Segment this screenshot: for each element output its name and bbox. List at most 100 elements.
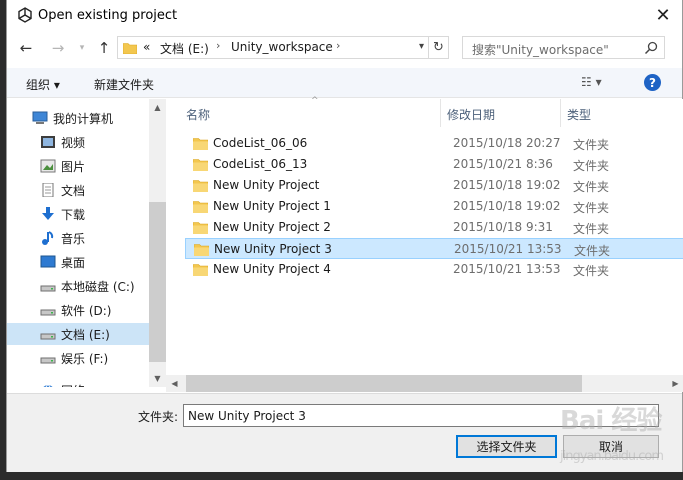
file-name: CodeList_06_13 <box>213 157 308 171</box>
breadcrumb-overflow[interactable]: « <box>143 40 150 54</box>
navigation-pane[interactable]: 我的计算机视频 图片文档下载音乐桌面本地磁盘 (C:) 软件 (D:) 文档 (E:)… <box>7 99 149 387</box>
folder-icon <box>193 222 208 234</box>
file-name: New Unity Project 2 <box>213 220 331 234</box>
address-bar[interactable]: « 文档 (E:) › Unity_workspace › ▾ <box>117 36 429 59</box>
file-list: ^ 名称 修改日期 类型 ◀ ▶ CodeList_06_06 2015/10/1… <box>166 96 683 392</box>
nav-item-label: 娱乐 (F:) <box>61 352 109 366</box>
file-modified: 2015/10/21 13:53 <box>453 262 561 276</box>
file-row[interactable]: New Unity Project 2 2015/10/18 9:31 文件夹 <box>185 217 683 238</box>
breadcrumb-chevron-icon[interactable]: › <box>216 39 220 52</box>
scroll-left-arrow-icon[interactable]: ◀ <box>166 375 183 392</box>
column-header-modified[interactable]: 修改日期 <box>447 99 495 127</box>
nav-item[interactable]: 本地磁盘 (C:) <box>7 275 149 297</box>
file-name: CodeList_06_06 <box>213 136 308 150</box>
column-header-type[interactable]: 类型 <box>567 99 591 127</box>
music-icon <box>42 231 54 245</box>
breadcrumb-chevron-icon[interactable]: › <box>336 39 340 52</box>
folder-icon <box>123 43 137 54</box>
up-arrow-icon[interactable]: ↑ <box>93 37 115 59</box>
back-arrow-icon[interactable]: ← <box>15 37 37 59</box>
drive-icon <box>40 285 56 292</box>
file-name: New Unity Project 4 <box>213 262 331 276</box>
scroll-down-arrow-icon[interactable]: ▼ <box>149 370 166 387</box>
document-icon <box>42 183 54 197</box>
file-modified: 2015/10/21 13:53 <box>454 242 562 256</box>
file-modified: 2015/10/21 8:36 <box>453 157 553 171</box>
nav-item-label: 音乐 <box>61 232 86 246</box>
column-divider[interactable] <box>560 99 561 127</box>
nav-item[interactable]: 我的计算机 <box>7 107 149 129</box>
scroll-right-arrow-icon[interactable]: ▶ <box>667 375 683 392</box>
file-modified: 2015/10/18 19:02 <box>453 199 561 213</box>
scrollbar-thumb[interactable] <box>149 202 166 362</box>
folder-icon <box>193 159 208 171</box>
network-icon <box>43 384 53 387</box>
nav-item-label: 网络 <box>61 382 85 387</box>
folder-icon <box>193 138 208 150</box>
scrollbar-thumb[interactable] <box>186 375 582 392</box>
sort-ascending-icon: ^ <box>311 96 319 106</box>
nav-item[interactable]: 桌面 <box>7 251 149 273</box>
drive-icon <box>40 357 56 364</box>
select-folder-button[interactable]: 选择文件夹 <box>456 435 557 458</box>
nav-item-label: 软件 (D:) <box>61 304 112 318</box>
nav-item[interactable]: 文档 <box>7 179 149 201</box>
unity-logo-icon <box>18 7 32 23</box>
nav-item[interactable]: 图片 <box>7 155 149 177</box>
nav-item[interactable]: 娱乐 (F:) <box>7 347 149 369</box>
organize-button[interactable]: 组织 ▾ <box>26 76 60 93</box>
refresh-icon[interactable]: ↻ <box>429 36 449 59</box>
title-bar: Open existing project ✕ <box>7 0 682 31</box>
computer-icon <box>32 111 48 124</box>
drive-icon <box>40 309 56 316</box>
scroll-up-arrow-icon[interactable]: ▲ <box>149 99 166 116</box>
search-icon[interactable] <box>643 40 659 56</box>
breadcrumb-drive-e[interactable]: 文档 (E:) <box>160 40 209 57</box>
video-icon <box>41 136 55 148</box>
file-type: 文件夹 <box>573 222 610 236</box>
file-row[interactable]: CodeList_06_06 2015/10/18 20:27 文件夹 <box>185 133 683 154</box>
file-name: New Unity Project <box>213 178 320 192</box>
search-placeholder: 搜索"Unity_workspace" <box>472 43 609 57</box>
file-type: 文件夹 <box>573 264 610 278</box>
file-row[interactable]: CodeList_06_13 2015/10/21 8:36 文件夹 <box>185 154 683 175</box>
file-row[interactable]: New Unity Project 1 2015/10/18 19:02 文件夹 <box>185 196 683 217</box>
folder-label: 文件夹: <box>138 410 179 424</box>
folder-icon <box>193 201 208 213</box>
nav-item[interactable]: 音乐 <box>7 227 149 249</box>
view-options-icon[interactable]: ☷ ▾ <box>581 75 602 89</box>
nav-item[interactable]: 网络 <box>7 379 149 387</box>
download-icon <box>42 207 54 220</box>
nav-item-label: 文档 <box>61 184 86 198</box>
navigation-scrollbar[interactable]: ▲ ▼ <box>149 99 166 387</box>
folder-icon <box>193 264 208 276</box>
close-icon[interactable]: ✕ <box>652 4 674 26</box>
breadcrumb-unity-workspace[interactable]: Unity_workspace <box>231 40 333 54</box>
file-row[interactable]: New Unity Project 2015/10/18 19:02 文件夹 <box>185 175 683 196</box>
nav-item[interactable]: 下载 <box>7 203 149 225</box>
folder-name-input[interactable] <box>183 404 659 427</box>
column-header-name[interactable]: 名称 <box>186 99 210 127</box>
chevron-down-icon[interactable]: ▾ <box>419 41 424 52</box>
nav-item-label: 桌面 <box>61 256 86 270</box>
drive-icon <box>40 333 56 340</box>
file-type: 文件夹 <box>573 159 610 173</box>
help-icon[interactable]: ? <box>644 74 661 91</box>
nav-item-label: 下载 <box>61 208 86 222</box>
file-row[interactable]: New Unity Project 4 2015/10/21 13:53 文件夹 <box>185 259 683 280</box>
new-folder-button[interactable]: 新建文件夹 <box>94 76 154 93</box>
nav-item[interactable]: 软件 (D:) <box>7 299 149 321</box>
file-name: New Unity Project 1 <box>213 199 331 213</box>
nav-item-label: 我的计算机 <box>53 112 114 126</box>
cancel-button[interactable]: 取消 <box>563 435 659 458</box>
horizontal-scrollbar[interactable]: ◀ ▶ <box>166 375 683 392</box>
nav-item[interactable]: 文档 (E:) <box>7 323 149 345</box>
nav-item[interactable]: 视频 <box>7 131 149 153</box>
folder-icon <box>193 180 208 192</box>
file-row[interactable]: New Unity Project 3 2015/10/21 13:53 文件夹 <box>185 238 683 259</box>
desktop-icon <box>40 255 56 268</box>
column-divider[interactable] <box>440 99 441 127</box>
recent-dropdown-icon[interactable]: ▾ <box>71 37 93 59</box>
search-input[interactable]: 搜索"Unity_workspace" <box>462 36 665 59</box>
forward-arrow-icon[interactable]: → <box>47 37 69 59</box>
